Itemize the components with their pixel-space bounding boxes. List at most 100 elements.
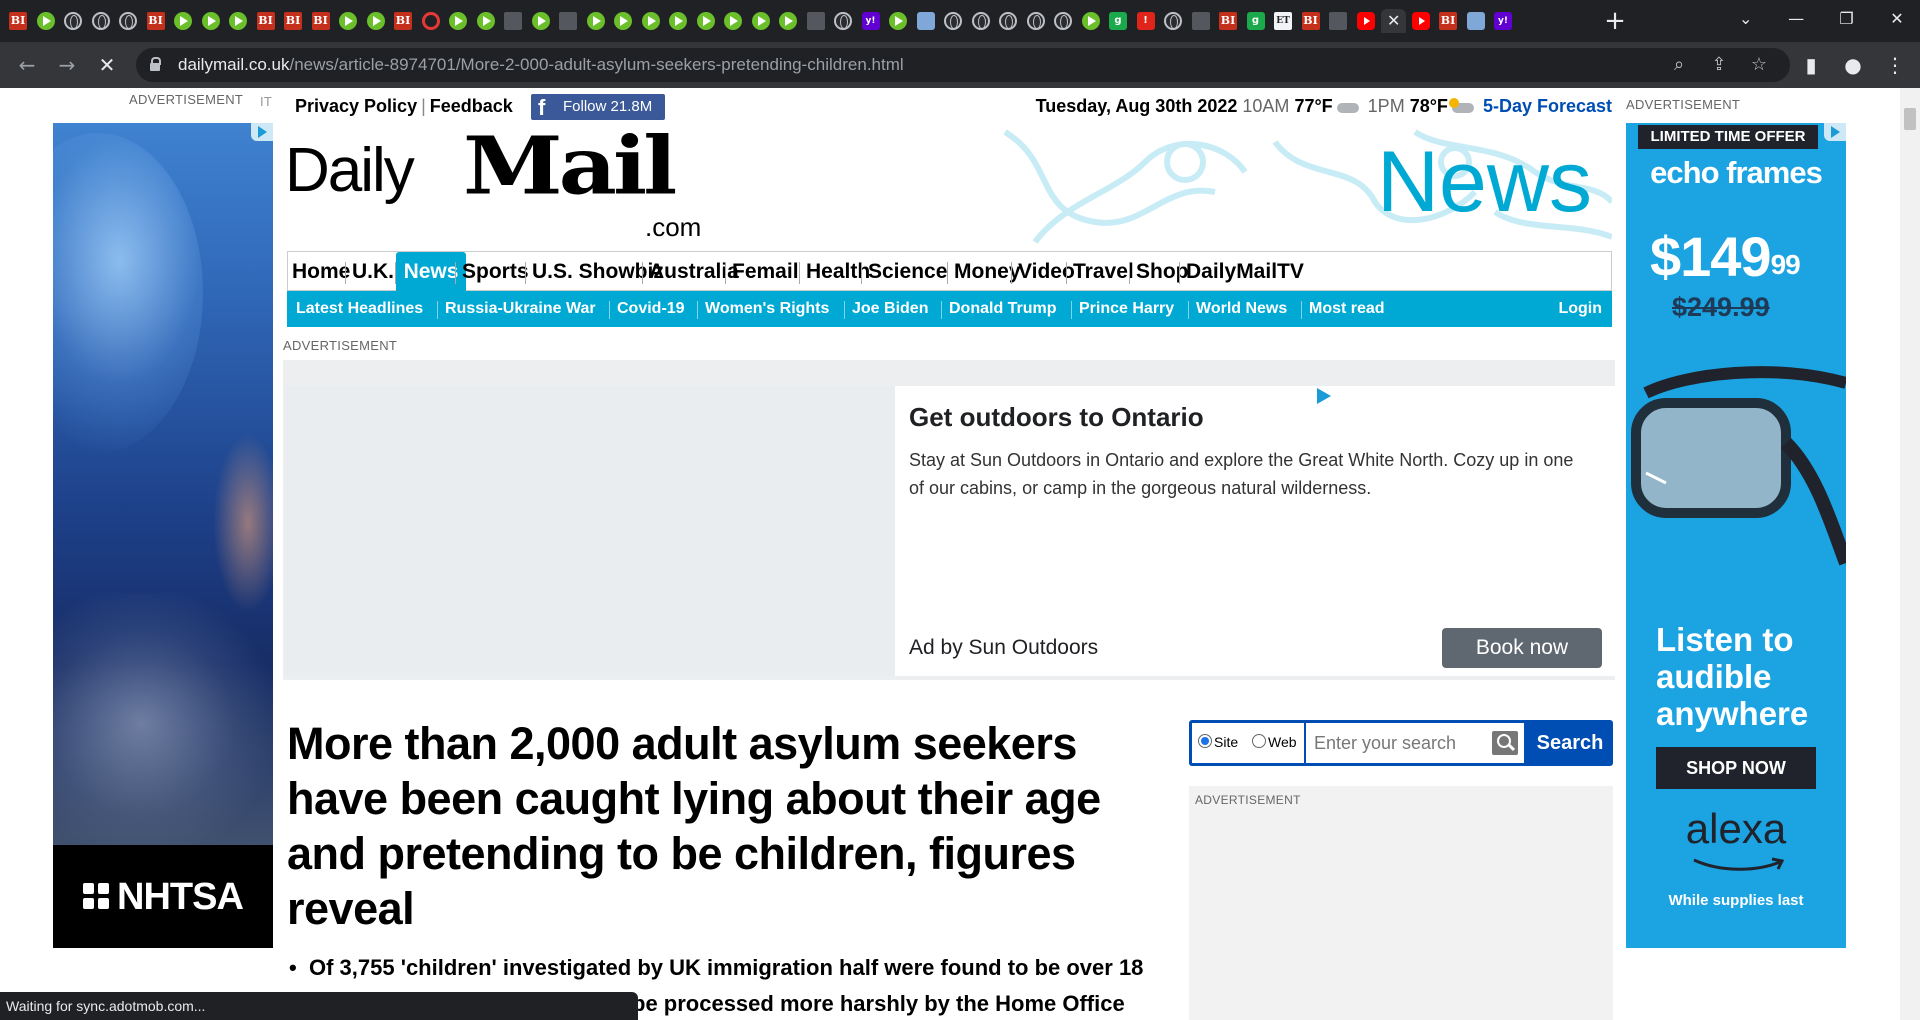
browser-tab[interactable]: BI (1436, 9, 1461, 33)
browser-tab[interactable]: y! (1491, 9, 1516, 33)
profile-icon[interactable]: ● (1838, 50, 1868, 80)
browser-tab[interactable]: ET (1271, 9, 1296, 33)
browser-tab[interactable]: BI (254, 9, 279, 33)
subnav-world-news[interactable]: World News (1196, 291, 1287, 327)
browser-tab[interactable] (611, 9, 636, 33)
browser-tab[interactable] (886, 9, 911, 33)
nav-shop[interactable]: Shop (1136, 252, 1189, 292)
subnav-prince-harry[interactable]: Prince Harry (1079, 291, 1174, 327)
browser-tab[interactable] (776, 9, 801, 33)
bookmark-star-icon[interactable]: ☆ (1746, 52, 1772, 78)
privacy-policy-link[interactable]: Privacy Policy (295, 96, 417, 116)
forecast-link[interactable]: 5-Day Forecast (1483, 96, 1612, 116)
browser-tab[interactable] (914, 9, 939, 33)
browser-tab[interactable] (749, 9, 774, 33)
browser-tab[interactable] (941, 9, 966, 33)
right-skyscraper-ad[interactable]: LIMITED TIME OFFER echo frames $14999 $2… (1626, 123, 1846, 948)
back-icon[interactable]: ← (12, 50, 42, 80)
browser-tab[interactable] (529, 9, 554, 33)
search-icon-button[interactable] (1486, 723, 1524, 763)
search-input[interactable] (1306, 723, 1486, 763)
browser-tab[interactable] (804, 9, 829, 33)
browser-tab[interactable]: BI (1216, 9, 1241, 33)
browser-tab[interactable] (1024, 9, 1049, 33)
facebook-follow-button[interactable]: f Follow 21.8M (531, 94, 665, 120)
browser-tab[interactable] (584, 9, 609, 33)
restore-icon[interactable]: ❐ (1824, 0, 1870, 38)
browser-tab[interactable]: BI (1299, 9, 1324, 33)
browser-tab[interactable] (1354, 9, 1379, 33)
browser-tab[interactable] (666, 9, 691, 33)
site-radio[interactable] (1198, 734, 1212, 748)
browser-tab[interactable] (639, 9, 664, 33)
left-skyscraper-ad[interactable]: NHTSA (53, 123, 273, 948)
page-scrollbar[interactable] (1900, 88, 1920, 1020)
book-now-button[interactable]: Book now (1442, 628, 1602, 668)
browser-tab[interactable] (61, 9, 86, 33)
zoom-icon[interactable]: ⌕ (1666, 52, 1692, 78)
browser-tab[interactable] (336, 9, 361, 33)
active-tab[interactable]: ✕ (1381, 9, 1406, 33)
lock-icon[interactable] (150, 57, 161, 71)
sidebar-ad-slot[interactable] (1189, 786, 1613, 1020)
logo-mail[interactable]: Mail (463, 122, 677, 210)
nav-science[interactable]: Science (868, 252, 947, 292)
nav-u-s-showbiz[interactable]: U.S. Showbiz (532, 252, 664, 292)
adchoices-icon[interactable] (1824, 123, 1846, 141)
browser-tab[interactable] (1079, 9, 1104, 33)
browser-tab[interactable] (721, 9, 746, 33)
browser-tab[interactable]: BI (309, 9, 334, 33)
search-button[interactable]: Search (1527, 720, 1613, 766)
browser-tab[interactable] (364, 9, 389, 33)
address-bar[interactable]: dailymail.co.uk/news/article-8974701/Mor… (136, 48, 1790, 82)
url-text[interactable]: dailymail.co.uk/news/article-8974701/Mor… (178, 48, 904, 82)
browser-tab[interactable] (116, 9, 141, 33)
subnav-latest-headlines[interactable]: Latest Headlines (296, 291, 423, 327)
feedback-link[interactable]: Feedback (430, 96, 513, 116)
nav-travel[interactable]: Travel (1073, 252, 1134, 292)
browser-tab[interactable]: y! (859, 9, 884, 33)
browser-tab[interactable] (1189, 9, 1214, 33)
browser-tab[interactable] (474, 9, 499, 33)
browser-tab[interactable] (171, 9, 196, 33)
nav-sports[interactable]: Sports (462, 252, 529, 292)
subnav-russia-ukraine-war[interactable]: Russia-Ukraine War (445, 291, 596, 327)
browser-tab[interactable] (1051, 9, 1076, 33)
browser-tab[interactable]: ! (1134, 9, 1159, 33)
browser-tab[interactable] (1464, 9, 1489, 33)
subnav-joe-biden[interactable]: Joe Biden (852, 291, 928, 327)
browser-tab[interactable] (89, 9, 114, 33)
subnav-women-s-rights[interactable]: Women's Rights (705, 291, 829, 327)
ad-title[interactable]: Get outdoors to Ontario (909, 400, 1204, 434)
browser-tab[interactable]: BI (144, 9, 169, 33)
close-window-icon[interactable]: ✕ (1874, 0, 1920, 38)
native-ad[interactable]: Get outdoors to Ontario Stay at Sun Outd… (283, 360, 1615, 680)
browser-tab[interactable]: BI (391, 9, 416, 33)
browser-tab[interactable] (34, 9, 59, 33)
nav-femail[interactable]: Femail (732, 252, 799, 292)
browser-tab[interactable] (226, 9, 251, 33)
browser-tab[interactable] (446, 9, 471, 33)
browser-tab[interactable] (501, 9, 526, 33)
browser-tab[interactable] (694, 9, 719, 33)
scrollbar-thumb[interactable] (1904, 108, 1916, 130)
web-radio[interactable] (1252, 734, 1266, 748)
browser-tab[interactable] (996, 9, 1021, 33)
nav-u-k-[interactable]: U.K. (352, 252, 394, 292)
stop-loading-icon[interactable]: ✕ (92, 50, 122, 80)
subnav-covid-19[interactable]: Covid-19 (617, 291, 685, 327)
close-tab-icon[interactable]: ✕ (1387, 11, 1400, 31)
menu-kebab-icon[interactable]: ⋮ (1880, 50, 1910, 80)
ad-image-placeholder[interactable] (285, 386, 895, 676)
browser-tab[interactable]: g (1244, 9, 1269, 33)
browser-tab[interactable]: BI (6, 9, 31, 33)
browser-tab[interactable]: g (1106, 9, 1131, 33)
adchoices-icon[interactable] (251, 123, 273, 141)
logo-daily[interactable]: Daily (285, 132, 415, 210)
browser-tab[interactable] (831, 9, 856, 33)
subnav-donald-trump[interactable]: Donald Trump (949, 291, 1057, 327)
nav-dailymailtv[interactable]: DailyMailTV (1186, 252, 1304, 292)
shop-now-button[interactable]: SHOP NOW (1656, 747, 1816, 789)
side-panel-icon[interactable]: ▮ (1796, 50, 1826, 80)
browser-tab[interactable]: BI (281, 9, 306, 33)
